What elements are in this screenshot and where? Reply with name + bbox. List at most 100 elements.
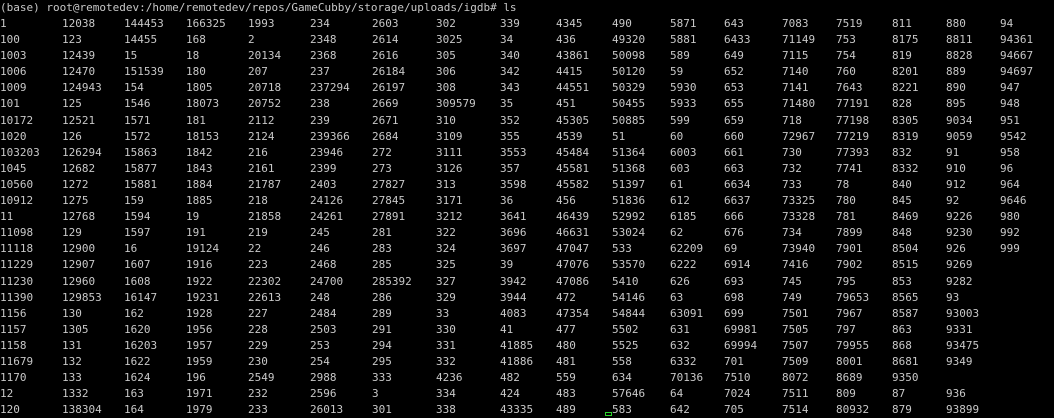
ls-entry: 7519	[836, 17, 863, 30]
ls-entry: 69	[724, 242, 738, 256]
ls-entry: 1993	[248, 17, 275, 30]
ls-entry: 780	[836, 194, 856, 208]
ls-entry: 8828	[946, 49, 973, 63]
ls-entry: 52992	[612, 210, 646, 224]
ls-entry: 12038	[62, 17, 96, 30]
ls-entry: 652	[724, 65, 744, 79]
terminal-window[interactable]: (base) root@remotedev:/home/remotedev/re…	[0, 0, 1054, 418]
ls-entry: 23946	[310, 145, 344, 159]
ls-row: 12 1332 163 1971 232 2596 3 334 424 483 57646 64 702…	[0, 386, 1054, 402]
ls-entry: 24261	[310, 210, 344, 224]
ls-entry: 131	[62, 338, 82, 352]
ls-entry: 45305	[556, 113, 590, 127]
ls-entry: 245	[310, 226, 330, 240]
ls-entry: 191	[186, 226, 206, 240]
ls-entry: 718	[782, 113, 802, 127]
ls-entry: 999	[1000, 242, 1020, 256]
ls-entry: 43335	[500, 403, 534, 417]
ls-entry: 890	[946, 81, 966, 95]
ls-entry: 325	[436, 258, 456, 272]
ls-entry: 45484	[556, 145, 590, 159]
ls-entry: 436	[556, 33, 576, 47]
ls-entry: 895	[946, 97, 966, 111]
ls-entry: 603	[670, 161, 690, 175]
ls-entry: 2468	[310, 258, 337, 272]
ls-entry: 93003	[946, 306, 980, 320]
ls-entry: 63	[670, 290, 684, 304]
ls-entry: 53570	[612, 258, 646, 272]
ls-entry: 154	[124, 81, 144, 95]
ls-entry: 41885	[500, 338, 534, 352]
ls-entry: 163	[124, 387, 144, 401]
ls-entry: 7505	[782, 322, 809, 336]
ls-entry: 2596	[310, 387, 337, 401]
ls-entry: 2503	[310, 322, 337, 336]
ls-entry: 7115	[782, 49, 809, 63]
ls-entry: 666	[724, 210, 744, 224]
ls-entry: 334	[436, 387, 456, 401]
ls-entry: 124943	[62, 81, 102, 95]
ls-entry: 237	[310, 65, 330, 79]
ls-entry: 8001	[836, 354, 863, 368]
ls-entry: 309579	[436, 97, 476, 111]
ls-row: 1157 1305 1620 1956 228 2503 291 330 41 477 5502 63…	[0, 322, 1054, 338]
ls-entry: 15881	[124, 177, 158, 191]
ls-entry: 660	[724, 129, 744, 143]
ls-entry: 599	[670, 113, 690, 127]
ls-entry: 53024	[612, 226, 646, 240]
ls-entry: 330	[436, 322, 456, 336]
ls-entry: 51364	[612, 145, 646, 159]
ls-entry: 698	[724, 290, 744, 304]
ls-entry: 705	[724, 403, 744, 417]
ls-row: 1045 12682 15877 1843 2161 2399 273 3126 357 4558…	[0, 161, 1054, 177]
ls-entry: 880	[946, 17, 966, 30]
ls-entry: 642	[670, 403, 690, 417]
ls-entry: 340	[500, 49, 520, 63]
ls-entry: 4236	[436, 371, 463, 385]
ls-entry: 559	[556, 371, 576, 385]
ls-entry: 7901	[836, 242, 863, 256]
ls-row: 11098 129 1597 191 219 245 281 322 3696 46631 5302…	[0, 225, 1054, 241]
ls-entry: 1272	[62, 177, 89, 191]
ls-entry: 61	[670, 177, 684, 191]
ls-entry: 50120	[612, 65, 646, 79]
ls-entry: 246	[310, 242, 330, 256]
ls-entry: 832	[892, 145, 912, 159]
ls-entry: 46439	[556, 210, 590, 224]
ls-entry: 8681	[892, 354, 919, 368]
ls-entry: 5930	[670, 81, 697, 95]
ls-entry: 3171	[436, 194, 463, 208]
ls-entry: 1843	[186, 161, 213, 175]
ls-entry: 5881	[670, 33, 697, 47]
ls-row: 1156 130 162 1928 227 2484 289 33 4083 47354 54844…	[0, 306, 1054, 322]
ls-entry: 18	[186, 49, 200, 63]
ls-output: 1 12038 144453 166325 1993 234 2603 302 339 4345 4…	[0, 16, 1054, 418]
ls-entry: 863	[892, 322, 912, 336]
ls-entry: 322	[436, 226, 456, 240]
ls-entry: 79955	[836, 338, 870, 352]
ls-entry: 951	[1000, 113, 1020, 127]
ls-entry: 94667	[1000, 49, 1034, 63]
ls-entry: 7501	[782, 306, 809, 320]
ls-entry: 1332	[62, 387, 89, 401]
ls-entry: 9282	[946, 274, 973, 288]
ls-entry: 285392	[372, 274, 412, 288]
ls-entry: 7741	[836, 161, 863, 175]
ls-row: 11390 129853 16147 19231 22613 248 286 329 3944 4…	[0, 290, 1054, 306]
ls-entry: 16147	[124, 290, 158, 304]
ls-entry: 14455	[124, 33, 158, 47]
ls-entry: 18073	[186, 97, 220, 111]
ls-entry: 558	[612, 354, 632, 368]
ls-entry: 5502	[612, 322, 639, 336]
ls-entry: 649	[724, 49, 744, 63]
ls-entry: 129853	[62, 290, 102, 304]
ls-entry: 16	[124, 242, 138, 256]
ls-entry: 2684	[372, 129, 399, 143]
ls-entry: 57646	[612, 387, 646, 401]
ls-entry: 910	[946, 161, 966, 175]
ls-entry: 338	[436, 403, 456, 417]
ls-row: 1020 126 1572 18153 2124 239366 2684 3109 355 453…	[0, 129, 1054, 145]
ls-entry: 71480	[782, 97, 816, 111]
ls-entry: 41886	[500, 354, 534, 368]
ls-entry: 992	[1000, 226, 1020, 240]
